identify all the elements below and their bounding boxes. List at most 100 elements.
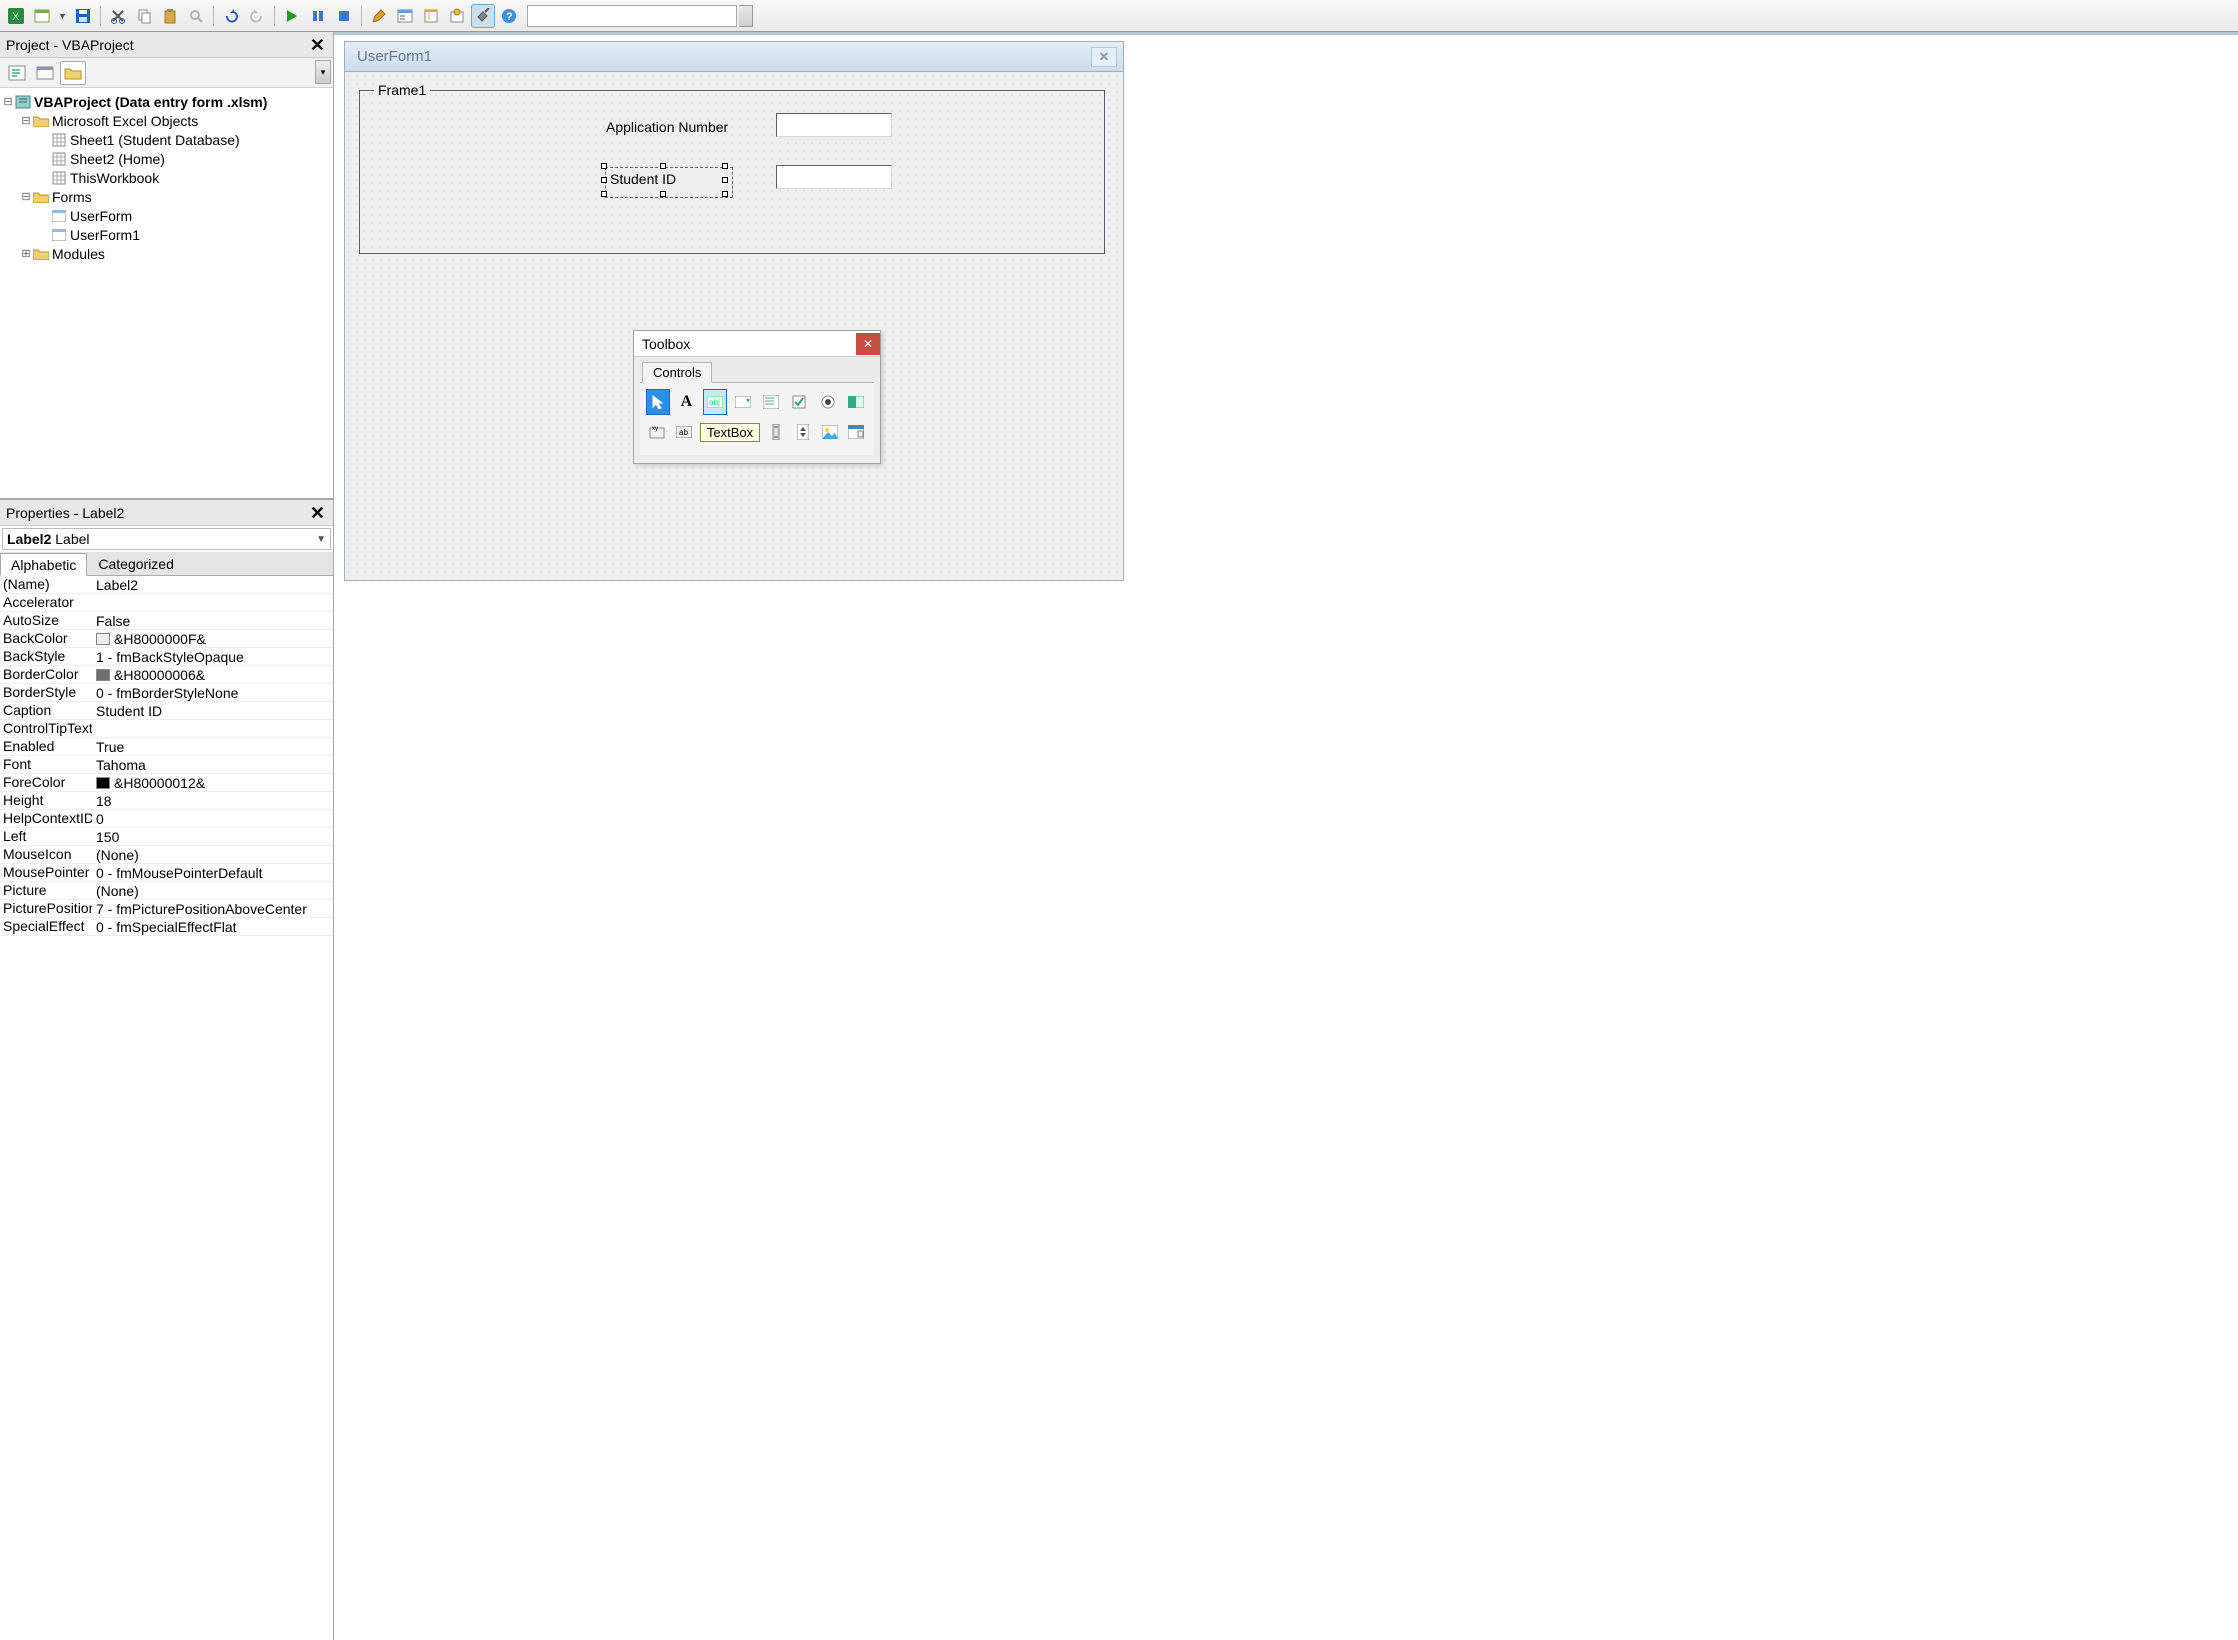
properties-window-icon[interactable] <box>419 4 443 28</box>
userform-window[interactable]: UserForm1 ✕ Application Number Student I… <box>344 41 1124 581</box>
property-value[interactable]: 0 - fmMousePointerDefault <box>92 864 333 881</box>
properties-grid[interactable]: (Name)Label2AcceleratorAutoSizeFalseBack… <box>0 576 333 1640</box>
property-value[interactable]: (None) <box>92 882 333 899</box>
property-value[interactable]: 18 <box>92 792 333 809</box>
run-icon[interactable] <box>280 4 304 28</box>
property-value[interactable]: &H8000000F& <box>92 630 333 647</box>
property-value[interactable] <box>92 594 333 611</box>
property-value[interactable]: Student ID <box>92 702 333 719</box>
project-tree[interactable]: ⊟ VBAProject (Data entry form .xlsm) ⊟ M… <box>0 88 333 498</box>
tool-scrollbar-icon[interactable] <box>764 419 787 445</box>
project-panel-close-icon[interactable]: ✕ <box>306 36 329 54</box>
tree-item-userform1[interactable]: UserForm1 <box>2 225 331 244</box>
property-row[interactable]: CaptionStudent ID <box>0 702 333 720</box>
property-value[interactable]: Label2 <box>92 576 333 593</box>
excel-icon[interactable]: X <box>4 4 28 28</box>
property-row[interactable]: BorderStyle0 - fmBorderStyleNone <box>0 684 333 702</box>
textbox-application-number[interactable] <box>776 113 892 137</box>
userform-body[interactable]: Application Number Student ID <box>345 72 1123 580</box>
property-value[interactable]: 0 - fmSpecialEffectFlat <box>92 918 333 935</box>
expand-icon[interactable]: ⊞ <box>20 247 32 260</box>
redo-icon[interactable] <box>245 4 269 28</box>
tab-alphabetic[interactable]: Alphabetic <box>0 553 87 576</box>
procedure-combo[interactable] <box>527 5 737 27</box>
property-row[interactable]: Left150 <box>0 828 333 846</box>
insert-dropdown-icon[interactable]: ▼ <box>56 11 69 21</box>
tool-pointer-icon[interactable] <box>646 389 670 415</box>
property-value[interactable]: 0 <box>92 810 333 827</box>
help-icon[interactable]: ? <box>497 4 521 28</box>
expand-icon[interactable]: ⊟ <box>20 114 32 127</box>
cut-icon[interactable] <box>106 4 130 28</box>
property-row[interactable]: BackStyle1 - fmBackStyleOpaque <box>0 648 333 666</box>
userform-close-icon[interactable]: ✕ <box>1091 47 1117 67</box>
property-value[interactable]: Tahoma <box>92 756 333 773</box>
toolbox-close-icon[interactable]: ✕ <box>856 333 880 355</box>
property-row[interactable]: MouseIcon(None) <box>0 846 333 864</box>
expand-icon[interactable]: ⊟ <box>2 95 14 108</box>
property-row[interactable]: SpecialEffect0 - fmSpecialEffectFlat <box>0 918 333 936</box>
design-mode-icon[interactable] <box>367 4 391 28</box>
copy-icon[interactable] <box>132 4 156 28</box>
property-row[interactable]: BackColor&H8000000F& <box>0 630 333 648</box>
property-value[interactable]: &H80000006& <box>92 666 333 683</box>
find-icon[interactable] <box>184 4 208 28</box>
property-value[interactable] <box>92 720 333 737</box>
tree-folder-forms[interactable]: ⊟ Forms <box>2 187 331 206</box>
selection-handle-icon[interactable] <box>722 163 728 169</box>
property-row[interactable]: Picture(None) <box>0 882 333 900</box>
property-value[interactable]: False <box>92 612 333 629</box>
tree-item-sheet1[interactable]: Sheet1 (Student Database) <box>2 130 331 149</box>
save-icon[interactable] <box>71 4 95 28</box>
view-code-icon[interactable] <box>4 61 30 85</box>
properties-close-icon[interactable]: ✕ <box>306 504 329 522</box>
tool-textbox-icon[interactable]: ab| <box>703 389 727 415</box>
property-row[interactable]: MousePointer0 - fmMousePointerDefault <box>0 864 333 882</box>
toolbox-icon[interactable] <box>471 4 495 28</box>
property-row[interactable]: Height18 <box>0 792 333 810</box>
tool-optionbutton-icon[interactable] <box>816 389 840 415</box>
frame1-control[interactable]: Application Number Student ID <box>359 90 1105 254</box>
property-value[interactable]: 0 - fmBorderStyleNone <box>92 684 333 701</box>
tool-frame-icon[interactable]: xy <box>646 419 669 445</box>
tab-categorized[interactable]: Categorized <box>87 552 185 575</box>
tool-label-icon[interactable]: A <box>674 389 698 415</box>
property-row[interactable]: Accelerator <box>0 594 333 612</box>
property-row[interactable]: FontTahoma <box>0 756 333 774</box>
property-row[interactable]: ControlTipText <box>0 720 333 738</box>
property-value[interactable]: 7 - fmPicturePositionAboveCenter <box>92 900 333 917</box>
toolbox-tab-controls[interactable]: Controls <box>642 362 712 383</box>
property-value[interactable]: 1 - fmBackStyleOpaque <box>92 648 333 665</box>
label-application-number[interactable]: Application Number <box>606 119 728 135</box>
procedure-combo-dropdown-icon[interactable] <box>739 5 753 27</box>
tool-checkbox-icon[interactable] <box>787 389 811 415</box>
selection-handle-icon[interactable] <box>601 191 607 197</box>
paste-icon[interactable] <box>158 4 182 28</box>
textbox-student-id[interactable] <box>776 165 892 189</box>
toggle-folders-icon[interactable] <box>60 61 86 85</box>
selection-handle-icon[interactable] <box>660 163 666 169</box>
tool-spinbutton-icon[interactable] <box>791 419 814 445</box>
properties-object-selector[interactable]: Label2 Label ▼ <box>2 528 331 550</box>
selection-handle-icon[interactable] <box>722 177 728 183</box>
label-student-id-selected[interactable]: Student ID <box>605 167 733 198</box>
tree-item-sheet2[interactable]: Sheet2 (Home) <box>2 149 331 168</box>
property-row[interactable]: ForeColor&H80000012& <box>0 774 333 792</box>
tree-folder-excel-objects[interactable]: ⊟ Microsoft Excel Objects <box>2 111 331 130</box>
tool-combobox-icon[interactable] <box>731 389 755 415</box>
form-designer-area[interactable]: UserForm1 ✕ Application Number Student I… <box>334 32 2238 1640</box>
view-object-icon[interactable] <box>32 61 58 85</box>
tool-togglebutton-icon[interactable] <box>844 389 868 415</box>
tree-item-userform[interactable]: UserForm <box>2 206 331 225</box>
project-explorer-icon[interactable] <box>393 4 417 28</box>
property-value[interactable]: (None) <box>92 846 333 863</box>
property-row[interactable]: BorderColor&H80000006& <box>0 666 333 684</box>
property-value[interactable]: True <box>92 738 333 755</box>
tool-image-icon[interactable] <box>818 419 841 445</box>
property-row[interactable]: HelpContextID0 <box>0 810 333 828</box>
project-toolbar-overflow-icon[interactable]: ▾ <box>315 60 331 84</box>
dropdown-icon[interactable]: ▼ <box>316 534 326 545</box>
property-row[interactable]: EnabledTrue <box>0 738 333 756</box>
insert-userform-icon[interactable] <box>30 4 54 28</box>
selection-handle-icon[interactable] <box>722 191 728 197</box>
